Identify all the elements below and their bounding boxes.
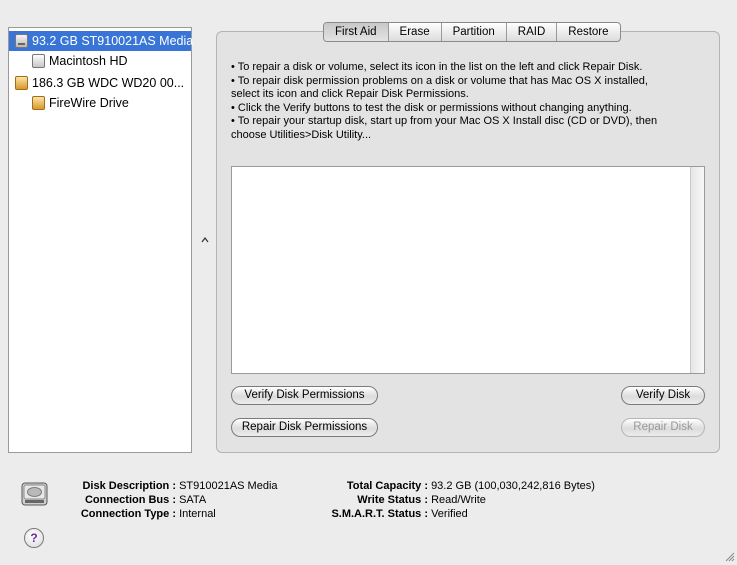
info-value: Internal: [179, 508, 216, 520]
firewire-volume-icon: [32, 96, 45, 110]
instruction-line: select its icon and click Repair Disk Pe…: [231, 88, 469, 100]
info-value: Verified: [431, 508, 468, 520]
tab-first-aid[interactable]: First Aid: [324, 23, 388, 41]
volume-icon: [32, 54, 45, 68]
verify-disk-permissions-button[interactable]: Verify Disk Permissions: [231, 386, 378, 405]
info-total-capacity: Total Capacity : 93.2 GB (100,030,242,81…: [300, 479, 595, 493]
info-label: Disk Description :: [82, 480, 176, 492]
repair-disk-button[interactable]: Repair Disk: [621, 418, 705, 437]
info-smart-status: S.M.A.R.T. Status : Verified: [300, 507, 468, 521]
repair-disk-permissions-button[interactable]: Repair Disk Permissions: [231, 418, 378, 437]
info-connection-type: Connection Type : Internal: [60, 507, 216, 521]
sidebar-item-disk-st910021as[interactable]: 93.2 GB ST910021AS Media: [9, 31, 194, 51]
sidebar-item-label: FireWire Drive: [49, 96, 129, 110]
tab-partition[interactable]: Partition: [440, 23, 506, 41]
instruction-line: • To repair disk permission problems on …: [231, 74, 648, 87]
instruction-line: • To repair a disk or volume, select its…: [231, 61, 643, 73]
info-value: Read/Write: [431, 494, 486, 506]
help-button[interactable]: ?: [24, 528, 44, 548]
tab-raid[interactable]: RAID: [505, 23, 556, 41]
internal-disk-icon: [15, 34, 28, 48]
firewire-disk-icon: [15, 76, 28, 90]
instruction-line: • To repair your startup disk, start up …: [231, 115, 658, 127]
info-label: Connection Bus :: [84, 494, 176, 506]
log-scrollbar[interactable]: [690, 167, 704, 373]
split-view-handle-icon[interactable]: [201, 236, 209, 244]
disk-list-sidebar[interactable]: 93.2 GB ST910021AS Media Macintosh HD 18…: [8, 27, 194, 453]
info-write-status: Write Status : Read/Write: [300, 493, 486, 507]
sidebar-item-label: 186.3 GB WDC WD20 00...: [32, 76, 185, 90]
results-log[interactable]: [231, 166, 705, 374]
instruction-line: • Click the Verify buttons to test the d…: [231, 101, 632, 114]
internal-disk-icon: [20, 480, 49, 509]
verify-disk-button[interactable]: Verify Disk: [621, 386, 705, 405]
tab-erase[interactable]: Erase: [387, 23, 441, 41]
sidebar-item-label: 93.2 GB ST910021AS Media: [32, 34, 194, 48]
tab-restore[interactable]: Restore: [556, 23, 619, 41]
instruction-line: choose Utilities>Disk Utility...: [231, 128, 372, 141]
sidebar-item-label: Macintosh HD: [49, 54, 128, 68]
first-aid-instructions: • To repair a disk or volume, select its…: [231, 61, 711, 142]
resize-grip-icon[interactable]: [725, 551, 735, 562]
info-label: Connection Type :: [80, 508, 176, 520]
info-label: S.M.A.R.T. Status :: [331, 508, 428, 520]
info-value: SATA: [179, 494, 207, 506]
info-disk-description: Disk Description : ST910021AS Media: [60, 479, 278, 493]
info-value: ST910021AS Media: [179, 480, 278, 492]
tab-bar: First Aid Erase Partition RAID Restore: [323, 22, 621, 42]
info-label: Write Status :: [357, 494, 428, 506]
info-connection-bus: Connection Bus : SATA: [60, 493, 206, 507]
info-label: Total Capacity :: [346, 480, 428, 492]
info-value: 93.2 GB (100,030,242,816 Bytes): [431, 480, 595, 492]
